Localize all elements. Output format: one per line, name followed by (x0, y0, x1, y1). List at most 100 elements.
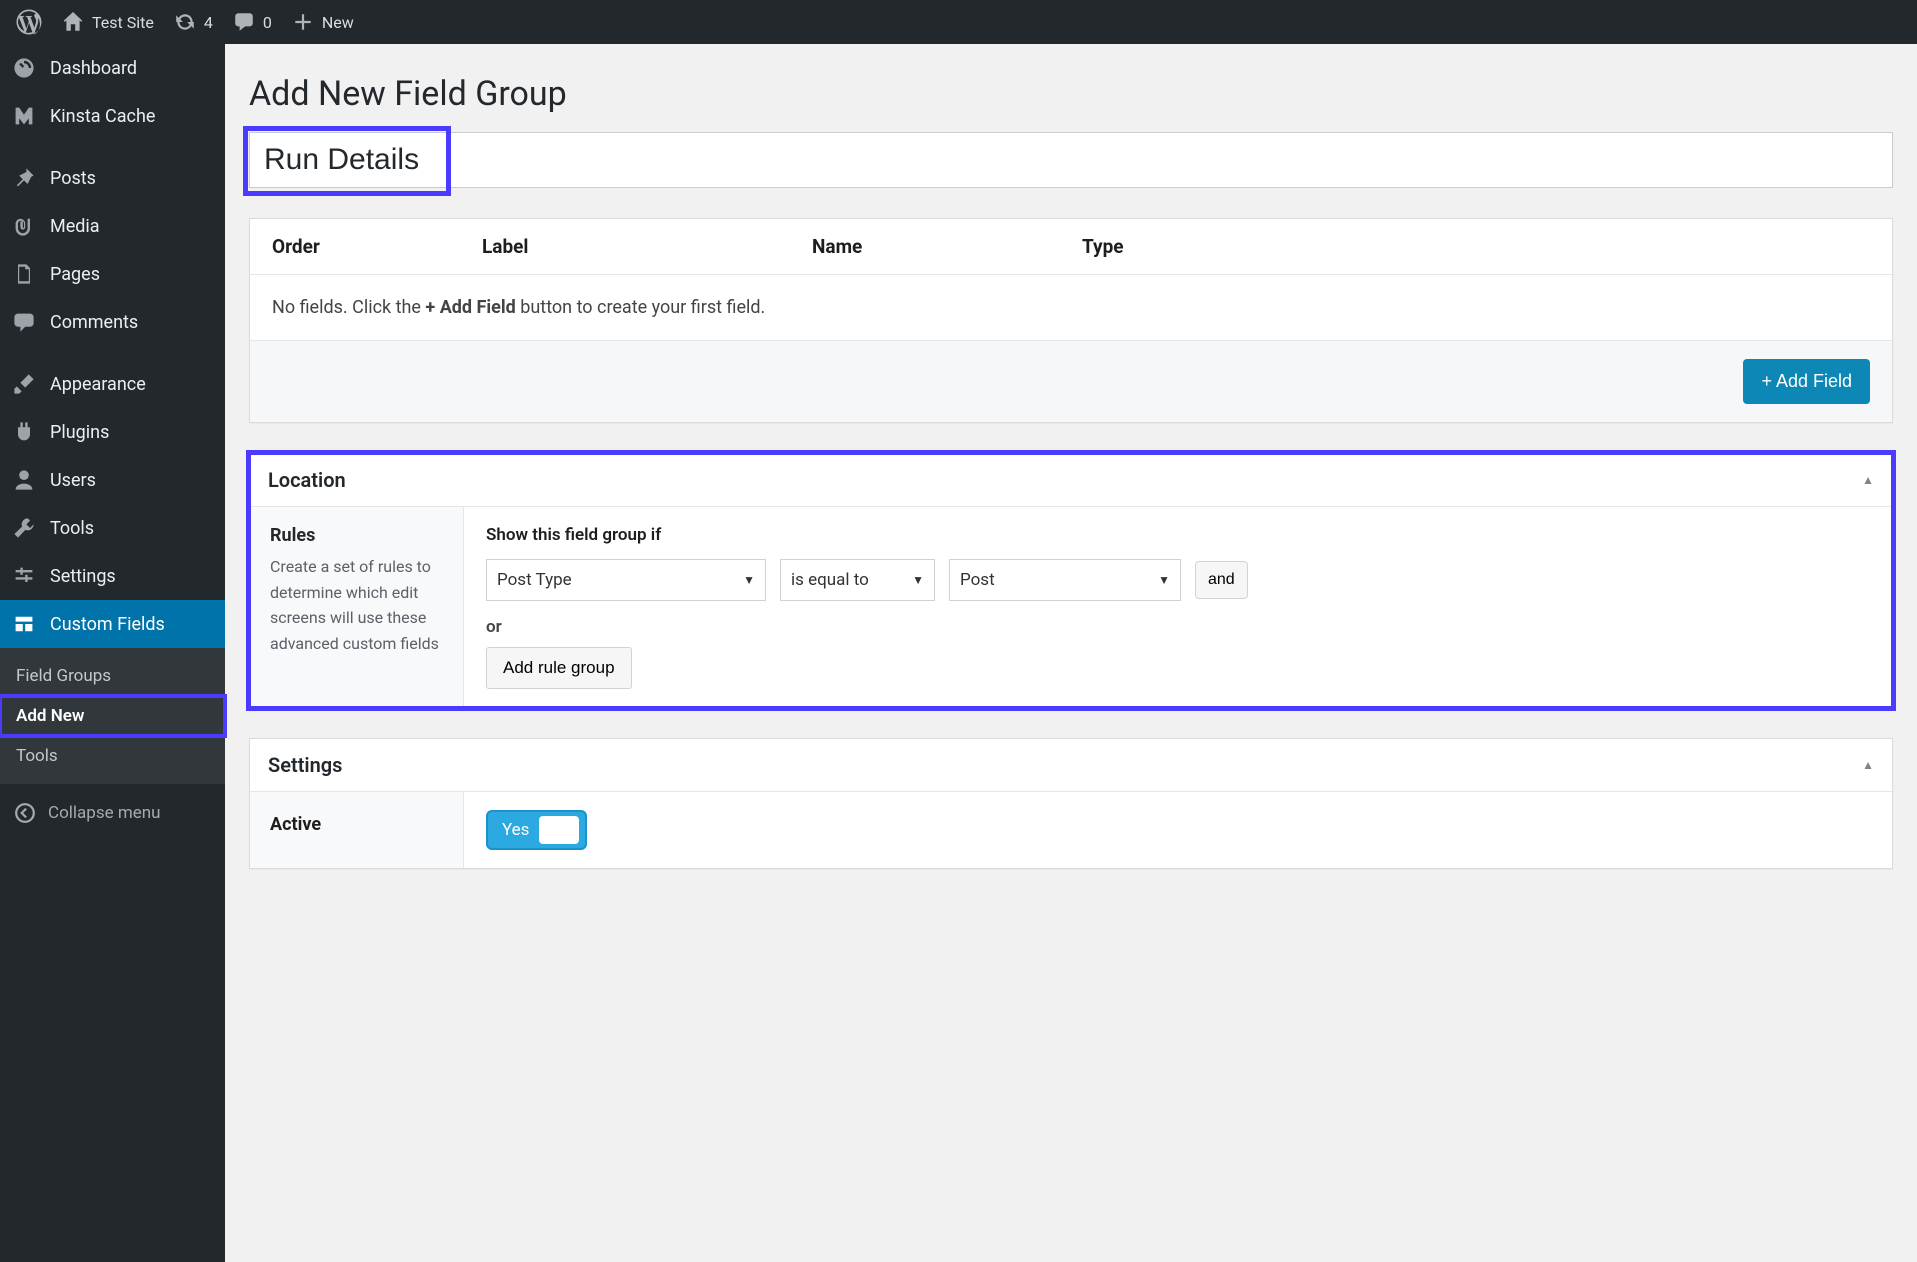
home-icon (62, 11, 84, 33)
comment-icon (12, 310, 36, 334)
updates-count: 4 (204, 13, 213, 32)
toggle-location[interactable]: ▲ (1862, 473, 1874, 487)
and-rule-button[interactable]: and (1195, 561, 1248, 599)
sliders-icon (12, 564, 36, 588)
comments-link[interactable]: 0 (223, 0, 282, 44)
updates-link[interactable]: 4 (164, 0, 223, 44)
menu-label: Comments (50, 312, 138, 333)
menu-label: Tools (50, 518, 94, 539)
empty-pre: No fields. Click the (272, 297, 425, 318)
page-title: Add New Field Group (249, 74, 1893, 114)
menu-label: Settings (50, 566, 116, 587)
update-icon (174, 11, 196, 33)
comments-count: 0 (263, 13, 272, 32)
submenu-field-groups[interactable]: Field Groups (0, 656, 225, 696)
settings-postbox: Settings ▲ Active Yes (249, 738, 1893, 869)
menu-label: Kinsta Cache (50, 106, 155, 127)
kinsta-icon (12, 104, 36, 128)
menu-comments[interactable]: Comments (0, 298, 225, 346)
menu-label: Users (50, 470, 96, 491)
wordpress-icon (16, 9, 42, 35)
group-title-wrap (249, 132, 1893, 188)
menu-custom-fields[interactable]: Custom Fields (0, 600, 225, 648)
content-area: Add New Field Group Order Label Name Typ… (225, 44, 1917, 1262)
menu-media[interactable]: Media (0, 202, 225, 250)
menu-label: Dashboard (50, 58, 137, 79)
menu-pages[interactable]: Pages (0, 250, 225, 298)
brush-icon (12, 372, 36, 396)
rules-desc: Create a set of rules to determine which… (270, 554, 443, 656)
media-icon (12, 214, 36, 238)
add-field-button[interactable]: + Add Field (1743, 359, 1870, 404)
rule-operator-select[interactable]: is equal to ▼ (780, 559, 935, 601)
new-content-link[interactable]: New (282, 0, 364, 44)
submenu-custom-fields: Field Groups Add New Tools (0, 648, 225, 784)
menu-plugins[interactable]: Plugins (0, 408, 225, 456)
menu-label: Pages (50, 264, 100, 285)
chevron-down-icon: ▼ (743, 573, 755, 587)
rules-title: Rules (270, 525, 443, 546)
site-name: Test Site (92, 13, 154, 32)
collapse-label: Collapse menu (48, 803, 161, 823)
col-label: Label (482, 235, 812, 258)
page-icon (12, 262, 36, 286)
wrench-icon (12, 516, 36, 540)
empty-post: button to create your first field. (516, 297, 765, 318)
fields-postbox: Order Label Name Type No fields. Click t… (249, 218, 1893, 423)
col-name: Name (812, 235, 1082, 258)
chevron-down-icon: ▼ (1158, 573, 1170, 587)
dashboard-icon (12, 56, 36, 80)
collapse-menu[interactable]: Collapse menu (0, 784, 225, 842)
menu-settings[interactable]: Settings (0, 552, 225, 600)
user-icon (12, 468, 36, 492)
toggle-knob (539, 816, 579, 844)
active-label: Active (250, 792, 464, 868)
collapse-icon (14, 802, 36, 824)
empty-bold: + Add Field (425, 297, 515, 318)
location-heading: Location (268, 468, 346, 492)
new-label: New (322, 13, 354, 32)
menu-appearance[interactable]: Appearance (0, 360, 225, 408)
rule-param-select[interactable]: Post Type ▼ (486, 559, 766, 601)
location-postbox: Location ▲ Rules Create a set of rules t… (249, 453, 1893, 708)
or-label: or (486, 617, 1870, 637)
location-rules-sidebar: Rules Create a set of rules to determine… (250, 507, 464, 707)
chevron-down-icon: ▼ (912, 573, 924, 587)
pin-icon (12, 166, 36, 190)
admin-bar: Test Site 4 0 New (0, 0, 1917, 44)
col-order: Order (272, 235, 482, 258)
comment-icon (233, 11, 255, 33)
menu-dashboard[interactable]: Dashboard (0, 44, 225, 92)
col-type: Type (1082, 235, 1870, 258)
empty-fields-msg: No fields. Click the + Add Field button … (250, 275, 1892, 341)
plug-icon (12, 420, 36, 444)
layout-icon (12, 612, 36, 636)
add-rule-group-button[interactable]: Add rule group (486, 647, 632, 689)
menu-posts[interactable]: Posts (0, 154, 225, 202)
submenu-tools[interactable]: Tools (0, 736, 225, 776)
toggle-settings[interactable]: ▲ (1862, 758, 1874, 772)
settings-heading: Settings (268, 753, 342, 777)
wp-logo[interactable] (6, 0, 52, 44)
menu-kinsta-cache[interactable]: Kinsta Cache (0, 92, 225, 140)
menu-label: Plugins (50, 422, 109, 443)
rule-row: Post Type ▼ is equal to ▼ Post ▼ and (486, 559, 1870, 601)
menu-tools[interactable]: Tools (0, 504, 225, 552)
show-if-label: Show this field group if (486, 525, 1870, 545)
rule-value-value: Post (960, 570, 995, 590)
submenu-add-new[interactable]: Add New (0, 696, 225, 736)
admin-sidebar: Dashboard Kinsta Cache Posts Media Pages… (0, 44, 225, 1262)
menu-label: Custom Fields (50, 614, 165, 635)
group-title-input[interactable] (249, 132, 1893, 188)
menu-label: Media (50, 216, 100, 237)
menu-label: Posts (50, 168, 96, 189)
active-toggle[interactable]: Yes (486, 810, 587, 850)
menu-users[interactable]: Users (0, 456, 225, 504)
site-link[interactable]: Test Site (52, 0, 164, 44)
rule-value-select[interactable]: Post ▼ (949, 559, 1181, 601)
fields-table-header: Order Label Name Type (250, 219, 1892, 275)
active-toggle-label: Yes (502, 820, 529, 840)
menu-label: Appearance (50, 374, 146, 395)
rule-operator-value: is equal to (791, 570, 869, 590)
rule-param-value: Post Type (497, 570, 572, 590)
